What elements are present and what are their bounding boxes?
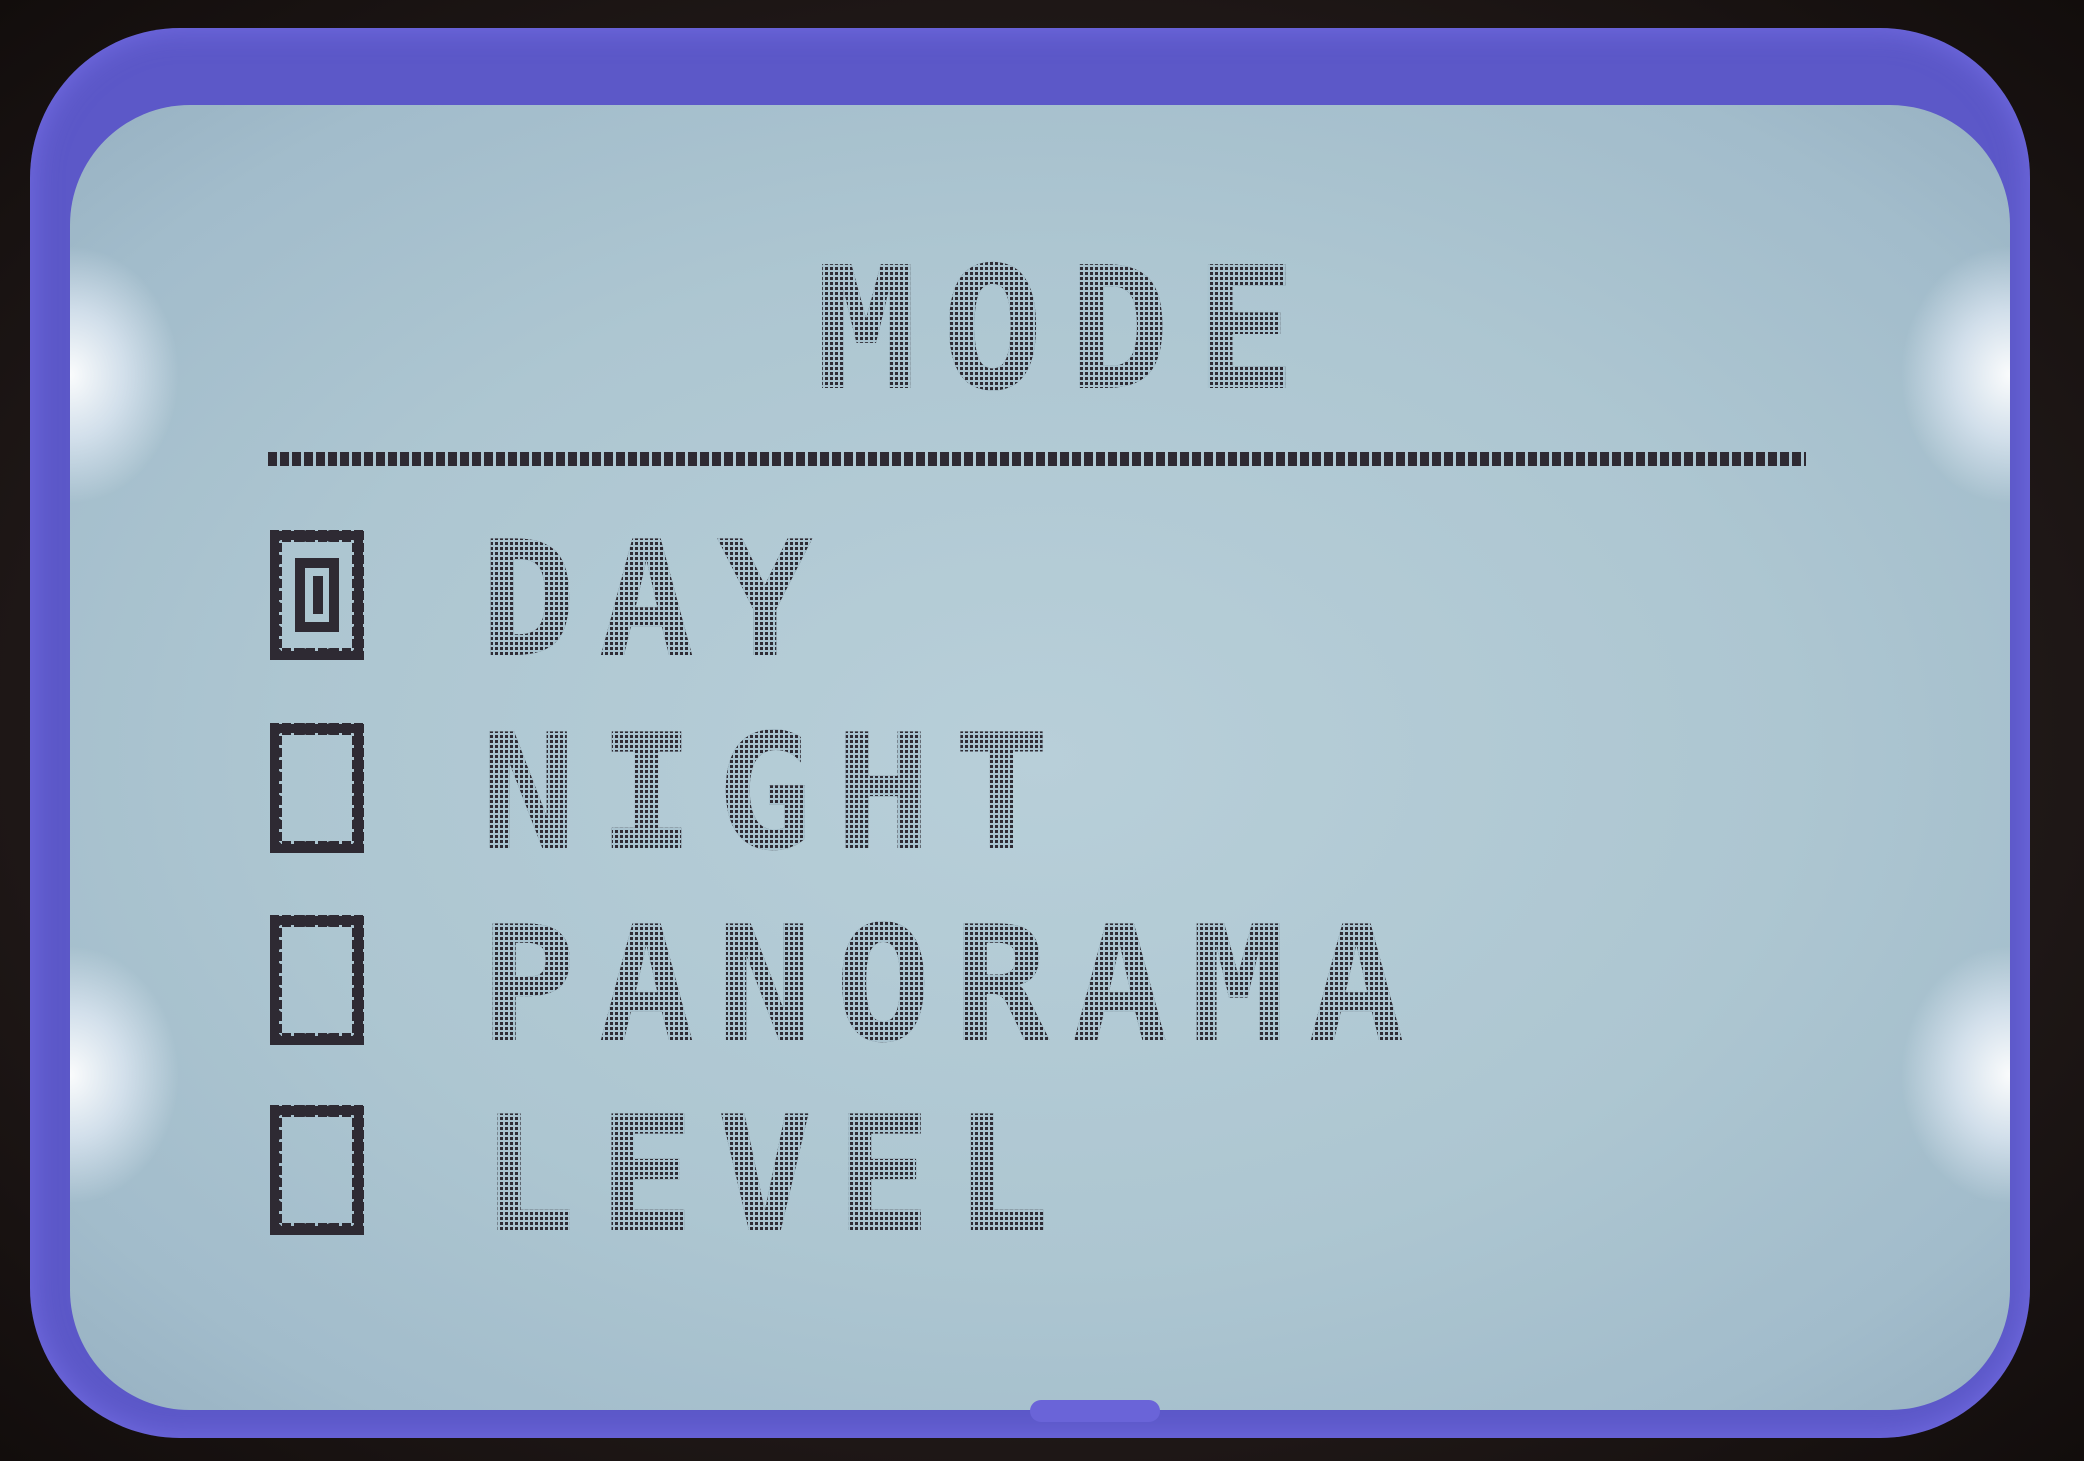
backlight-glow (70, 945, 180, 1205)
backlight-glow (1900, 245, 2010, 505)
device-body: MODE DAY NIGHT PANORAMA LEVEL (0, 0, 2084, 1461)
backlight-glow (70, 245, 180, 505)
menu-item-label: NIGHT (480, 699, 1072, 886)
screen-title: MODE (815, 231, 1321, 429)
checkbox-checked-icon[interactable] (270, 530, 364, 660)
checkbox-empty-icon[interactable] (270, 915, 364, 1045)
menu-item-label: PANORAMA (480, 891, 1427, 1078)
backlight-glow (1900, 945, 2010, 1205)
bezel-tab (1030, 1400, 1160, 1422)
menu-item-label: DAY (480, 506, 835, 693)
title-divider (268, 452, 1806, 466)
checkbox-empty-icon[interactable] (270, 723, 364, 853)
menu-item-label: LEVEL (480, 1081, 1072, 1268)
checkbox-empty-icon[interactable] (270, 1105, 364, 1235)
